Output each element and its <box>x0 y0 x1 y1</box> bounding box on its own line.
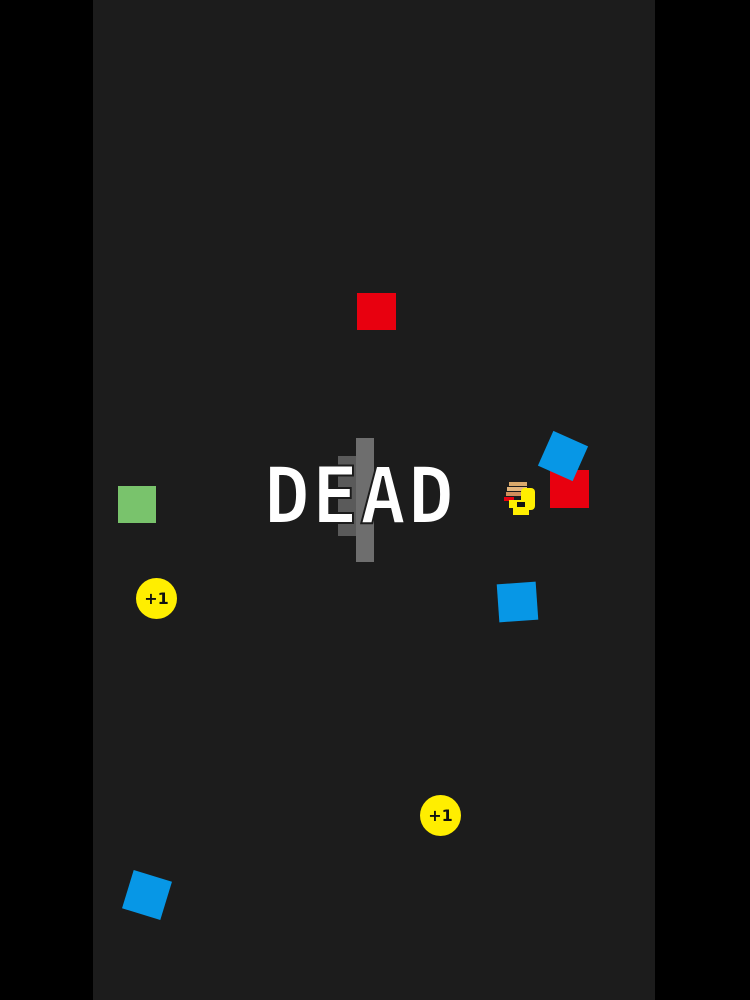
coin-label: +1 <box>428 805 453 825</box>
green-goal-block <box>118 486 156 523</box>
blue-hazard-block <box>496 581 539 623</box>
coin-plus-one[interactable]: +1 <box>420 795 461 836</box>
play-area[interactable]: +1 +1 DEAD <box>93 0 655 1000</box>
player-character-icon <box>504 482 535 515</box>
game-stage[interactable]: +1 +1 DEAD <box>0 0 750 1000</box>
coin-plus-one[interactable]: +1 <box>136 578 177 619</box>
dead-status-text: DEAD <box>263 452 456 542</box>
red-hazard-block <box>357 293 396 330</box>
coin-label: +1 <box>144 588 169 608</box>
blue-hazard-block <box>122 870 172 920</box>
